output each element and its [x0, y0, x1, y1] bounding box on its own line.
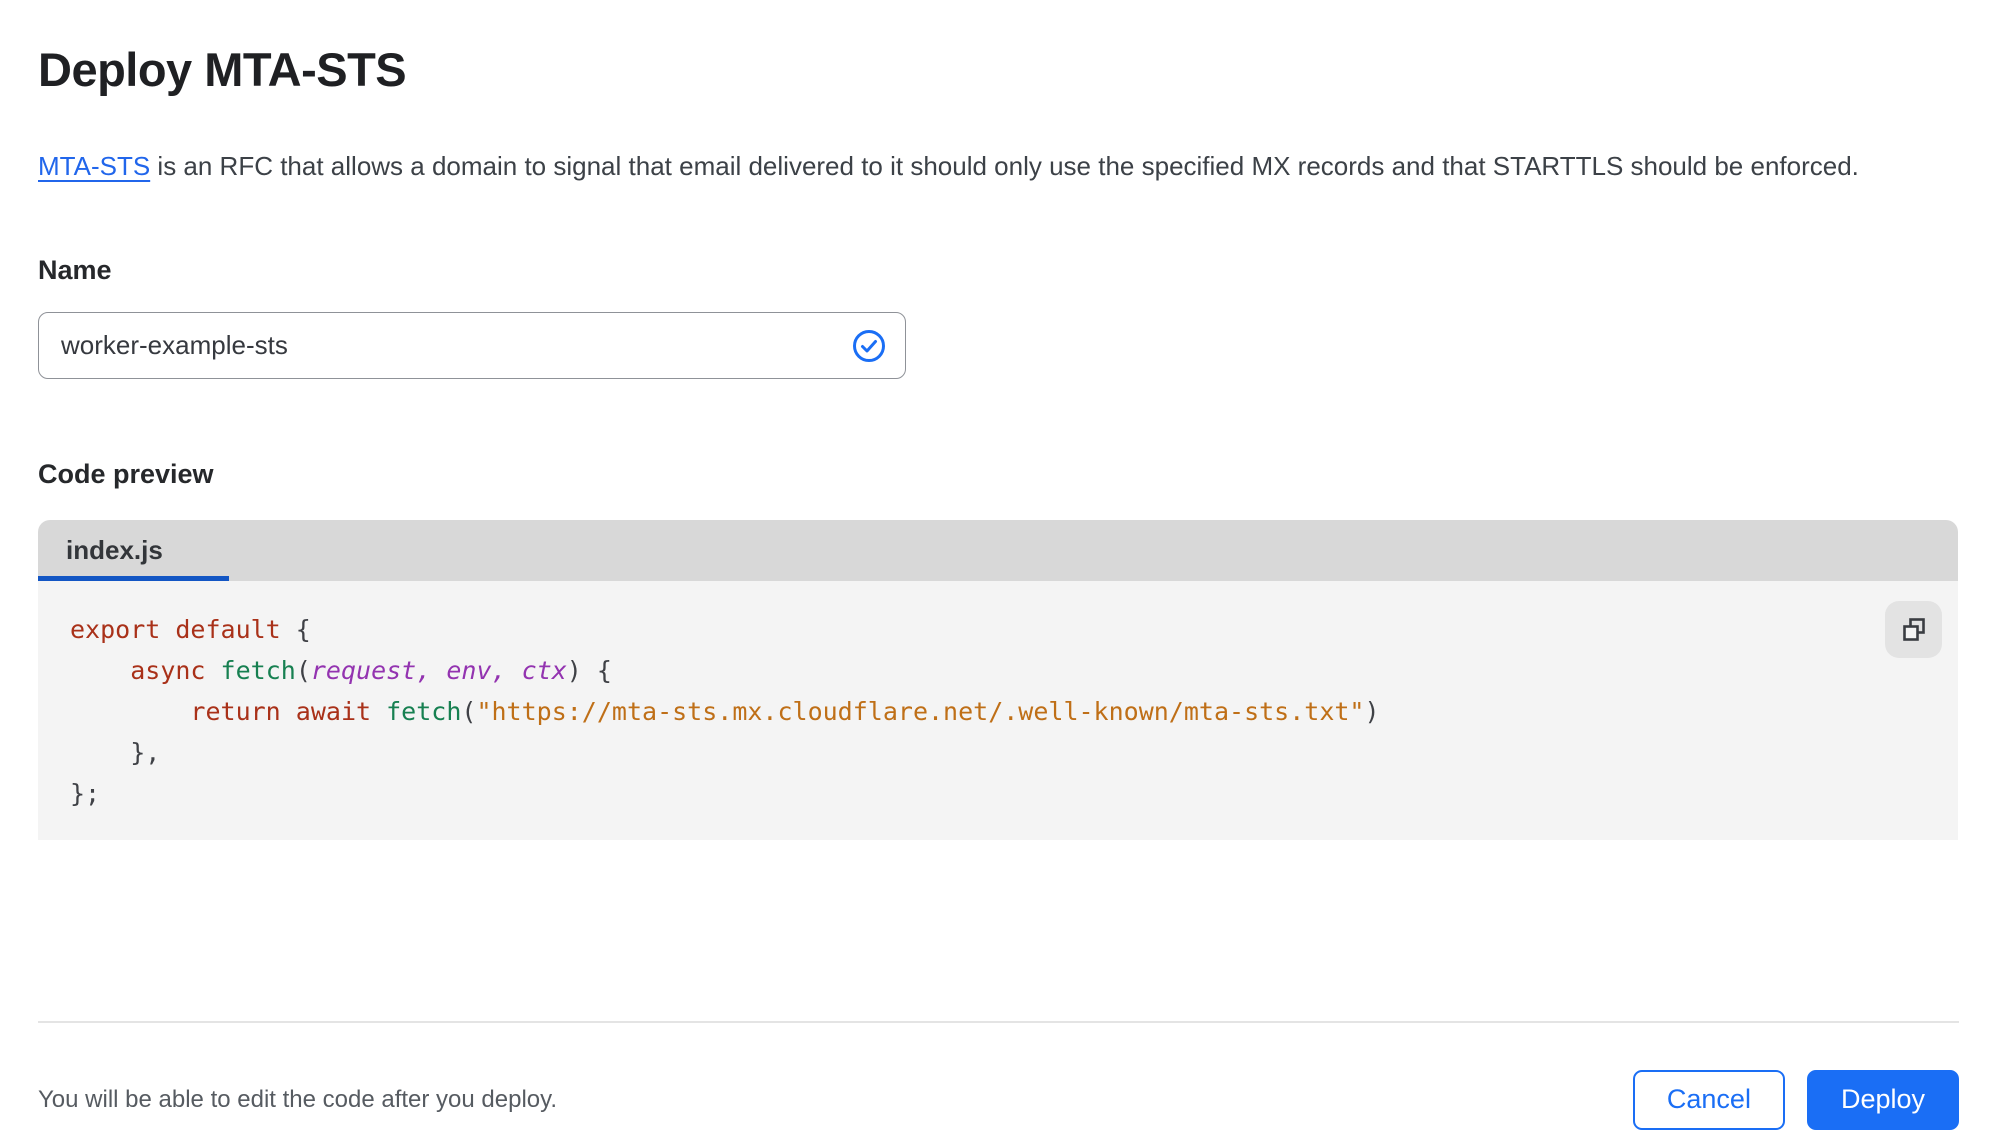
- code-area: export default { async fetch(request, en…: [38, 581, 1958, 841]
- cancel-button[interactable]: Cancel: [1632, 1069, 1785, 1130]
- name-field-label: Name: [38, 255, 112, 286]
- page-title: Deploy MTA-STS: [38, 43, 407, 96]
- description-text: is an RFC that allows a domain to signal…: [150, 151, 1859, 182]
- footer-zone: You will be able to edit the code after …: [38, 1021, 1959, 1138]
- copy-code-button[interactable]: [1885, 601, 1942, 659]
- code-preview-label: Code preview: [38, 459, 214, 490]
- tab-index-js[interactable]: index.js: [38, 520, 229, 582]
- footer-note: You will be able to edit the code after …: [38, 1085, 558, 1113]
- deploy-mta-sts-page: Deploy MTA-STS MTA-STS is an RFC that al…: [0, 0, 1999, 1138]
- description: MTA-STS is an RFC that allows a domain t…: [38, 144, 1938, 189]
- code-tab-bar: index.js: [38, 520, 1958, 582]
- mta-sts-link[interactable]: MTA-STS: [38, 151, 150, 181]
- code-block: export default { async fetch(request, en…: [70, 615, 1380, 809]
- footer-actions: Cancel Deploy: [1632, 1069, 1959, 1130]
- code-preview-card: index.js export default { async fetch(re…: [38, 520, 1958, 841]
- footer: You will be able to edit the code after …: [38, 1023, 1959, 1138]
- check-circle-icon: [853, 329, 885, 362]
- name-input[interactable]: [38, 312, 906, 380]
- deploy-button[interactable]: Deploy: [1806, 1069, 1959, 1130]
- copy-icon: [1902, 618, 1925, 641]
- name-input-wrap: [38, 312, 906, 380]
